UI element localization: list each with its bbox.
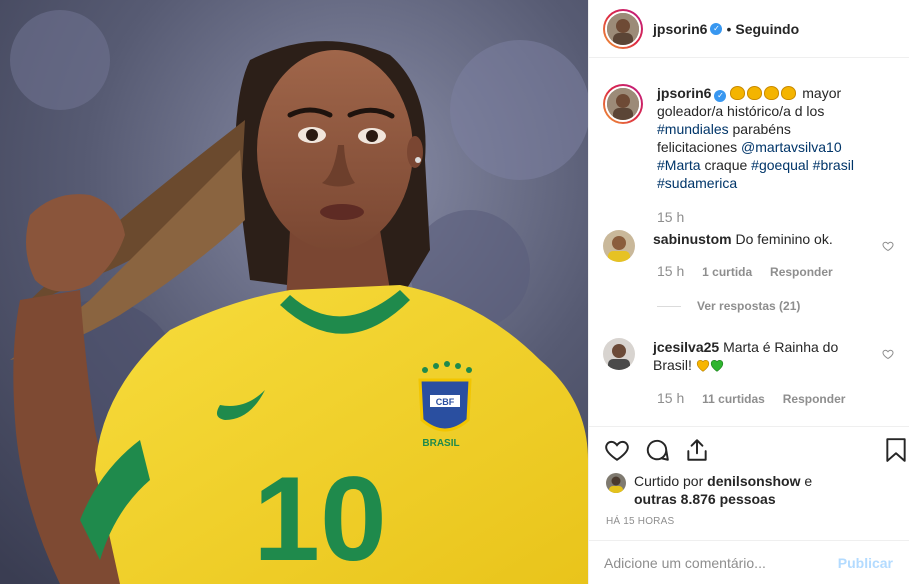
like-button[interactable] <box>604 437 630 466</box>
save-button[interactable] <box>884 437 908 466</box>
comment-username[interactable]: jcesilva25 <box>653 339 719 355</box>
caption-avatar-image <box>607 88 639 120</box>
author-username[interactable]: jpsorin6 <box>653 21 707 37</box>
hashtag-link[interactable]: #mundiales <box>657 121 729 137</box>
verified-icon: ✓ <box>710 22 723 35</box>
author-avatar-image <box>607 12 639 45</box>
commenter-avatar[interactable] <box>603 338 635 370</box>
reply-button[interactable]: Responder <box>770 265 833 279</box>
liked-by-prefix: Curtido por <box>634 473 708 489</box>
comment-icon <box>646 439 669 461</box>
likes-count[interactable]: outras 8.876 pessoas <box>634 491 776 507</box>
green-heart-icon <box>710 359 723 372</box>
add-comment-bar: Publicar <box>588 540 909 584</box>
replies-line <box>657 305 681 307</box>
comment-like-icon[interactable] <box>882 240 894 252</box>
crest-text: CBF <box>436 397 455 407</box>
caption-part-3: craque <box>700 157 752 173</box>
view-replies-button[interactable]: Ver respostas (21) <box>657 299 800 313</box>
brand-text: BRASIL <box>422 438 459 449</box>
comment-like-icon[interactable] <box>882 348 894 360</box>
reply-button[interactable]: Responder <box>783 392 846 406</box>
comment-input[interactable] <box>604 554 838 571</box>
hashtag-link[interactable]: #sudamerica <box>657 175 737 191</box>
jersey-number: 10 <box>253 452 386 584</box>
verified-icon: ✓ <box>714 90 727 102</box>
comment-time[interactable]: 15 h <box>657 390 684 406</box>
caption-text: jpsorin6 ✓ mayor goleador/a histórico/a d… <box>657 84 867 192</box>
clap-emojis <box>730 85 798 101</box>
share-icon <box>687 439 707 461</box>
mention-link[interactable]: @martavsilva10 <box>741 139 842 155</box>
author-avatar[interactable] <box>603 8 643 49</box>
bookmark-icon <box>886 438 906 462</box>
liker-avatar-image <box>606 473 626 493</box>
yellow-heart-icon <box>696 359 709 372</box>
post-header: jpsorin6 ✓ • Seguindo <box>589 0 909 58</box>
post-photo[interactable]: CBF BRASIL 10 <box>0 0 588 584</box>
clap-emoji-icon <box>781 86 797 100</box>
following-button[interactable]: Seguindo <box>735 21 799 37</box>
post-timestamp[interactable]: HÁ 15 HORAS <box>606 516 674 527</box>
caption-block: jpsorin6 ✓ mayor goleador/a histórico/a d… <box>603 84 897 225</box>
comment-meta: 15 h 11 curtidas Responder <box>657 390 897 406</box>
separator-dot: • <box>726 20 732 37</box>
post-image: CBF BRASIL 10 <box>0 0 588 584</box>
caption-avatar[interactable] <box>603 84 643 124</box>
caption-time[interactable]: 15 h <box>657 209 897 225</box>
hashtag-link[interactable]: #goequal <box>751 157 809 173</box>
caption-username[interactable]: jpsorin6 <box>657 85 711 101</box>
heart-icon <box>605 440 629 461</box>
commenter-avatar[interactable] <box>603 230 635 262</box>
liked-by-text: Curtido por denilsonshow e outras 8.876 … <box>634 472 824 508</box>
hashtag-link[interactable]: #brasil <box>809 157 854 173</box>
comment-likes[interactable]: 11 curtidas <box>702 392 765 406</box>
share-button[interactable] <box>684 437 710 466</box>
liked-by: Curtido por denilsonshow e outras 8.876 … <box>606 472 824 508</box>
comment-meta: 15 h 1 curtida Responder <box>657 263 897 279</box>
clap-emoji-icon <box>730 86 746 100</box>
clap-emoji-icon <box>764 86 780 100</box>
clap-emoji-icon <box>747 86 763 100</box>
comment-time[interactable]: 15 h <box>657 263 684 279</box>
commenter-avatar-image <box>603 338 635 370</box>
comment-button[interactable] <box>644 437 670 466</box>
publish-button[interactable]: Publicar <box>838 555 893 571</box>
liker-avatar[interactable] <box>606 473 626 493</box>
comment-username[interactable]: sabinustom <box>653 231 732 247</box>
liked-by-user[interactable]: denilsonshow <box>707 473 800 489</box>
hashtag-link[interactable]: #Marta <box>657 157 701 173</box>
comment-likes[interactable]: 1 curtida <box>702 265 752 279</box>
instagram-post-viewer: CBF BRASIL 10 jpsorin6 ✓ • Seguindo jpso… <box>0 0 909 584</box>
comment-text: Do feminino ok. <box>735 231 833 247</box>
commenter-avatar-image <box>603 230 635 262</box>
post-actions: Curtido por denilsonshow e outras 8.876 … <box>588 426 909 527</box>
liked-by-and: e <box>800 473 813 489</box>
view-replies-label: Ver respostas (21) <box>697 299 801 313</box>
